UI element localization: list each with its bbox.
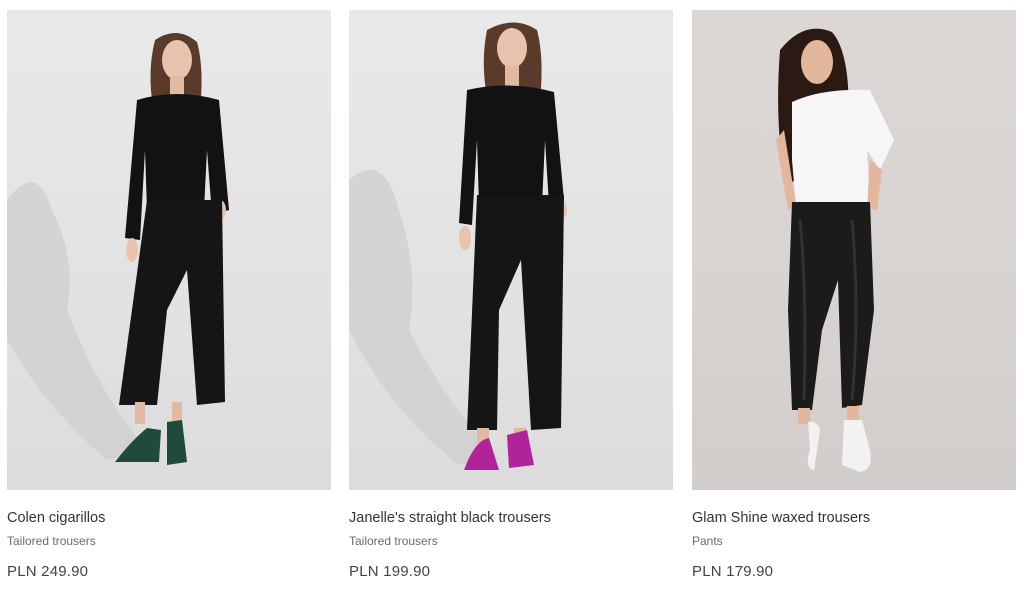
product-grid: Colen cigarillos Tailored trousers PLN 2…: [0, 0, 1024, 589]
product-category: Pants: [692, 534, 723, 548]
product-price: PLN 179.90: [692, 563, 774, 580]
product-category: Tailored trousers: [349, 534, 438, 548]
product-image[interactable]: [349, 10, 673, 490]
product-price: PLN 199.90: [349, 563, 431, 580]
product-name[interactable]: Colen cigarillos: [7, 509, 331, 527]
model-photo: [776, 28, 894, 472]
product-price: PLN 249.90: [7, 563, 89, 580]
product-category: Tailored trousers: [7, 534, 96, 548]
product-image[interactable]: [692, 10, 1016, 490]
product-card[interactable]: Colen cigarillos Tailored trousers PLN 2…: [7, 10, 331, 581]
product-name[interactable]: Janelle's straight black trousers: [349, 509, 673, 527]
product-image[interactable]: [7, 10, 331, 490]
model-photo: [7, 32, 229, 465]
product-name[interactable]: Glam Shine waxed trousers: [692, 509, 1016, 527]
product-card[interactable]: Janelle's straight black trousers Tailor…: [349, 10, 673, 581]
model-photo: [349, 22, 567, 470]
product-card[interactable]: Glam Shine waxed trousers Pants PLN 179.…: [692, 10, 1016, 581]
